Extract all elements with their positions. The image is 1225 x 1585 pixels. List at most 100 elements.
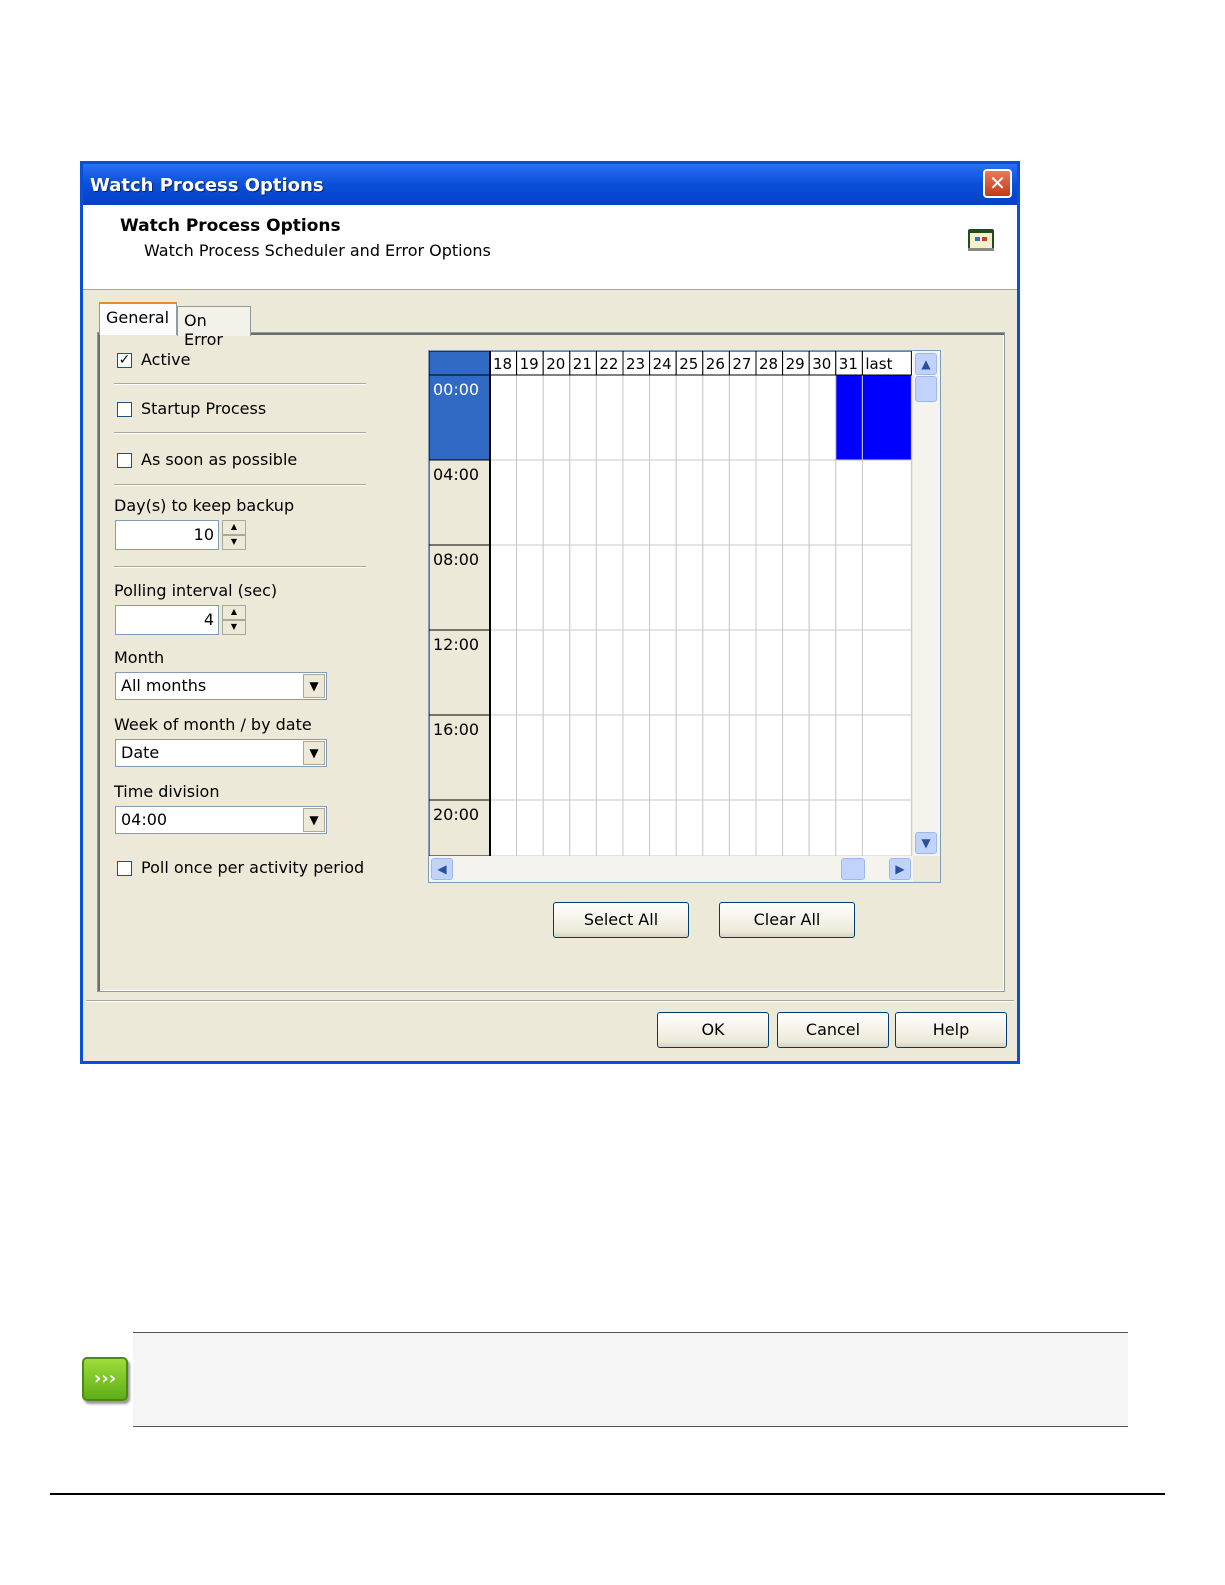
schedule-cell[interactable] — [728, 714, 757, 801]
active-checkbox[interactable]: ✓ — [117, 353, 132, 368]
schedule-cell[interactable] — [649, 629, 677, 716]
schedule-cell[interactable] — [622, 459, 651, 546]
grid-corner[interactable] — [429, 351, 491, 376]
schedule-cell[interactable] — [782, 629, 810, 716]
schedule-cell[interactable] — [728, 629, 757, 716]
schedule-cell[interactable] — [702, 459, 730, 546]
schedule-cell[interactable] — [702, 799, 730, 856]
column-header-label[interactable]: 31 — [839, 355, 858, 373]
schedule-cell[interactable] — [675, 629, 704, 716]
column-header-label[interactable]: 29 — [786, 355, 805, 373]
column-header-label[interactable]: 19 — [520, 355, 539, 373]
chevron-down-icon[interactable]: ▼ — [303, 808, 325, 832]
column-header-label[interactable]: 21 — [573, 355, 592, 373]
column-header-label[interactable]: last — [865, 355, 892, 373]
horizontal-scroll-thumb[interactable] — [841, 858, 865, 880]
schedule-cell[interactable] — [782, 799, 810, 856]
schedule-cell[interactable] — [702, 374, 730, 461]
row-header-label[interactable]: 20:00 — [433, 805, 479, 824]
schedule-cell[interactable] — [702, 544, 730, 631]
schedule-cell[interactable] — [516, 374, 544, 461]
schedule-cell[interactable] — [649, 714, 677, 801]
schedule-cell[interactable] — [489, 714, 518, 801]
schedule-cell[interactable] — [595, 374, 624, 461]
schedule-cell[interactable] — [755, 629, 784, 716]
chevron-down-icon[interactable]: ▼ — [303, 741, 325, 765]
schedule-cell[interactable] — [569, 459, 597, 546]
schedule-cell[interactable] — [622, 544, 651, 631]
horizontal-scrollbar[interactable]: ◀ ▶ — [429, 856, 913, 882]
schedule-cell[interactable] — [622, 799, 651, 856]
row-header-label[interactable]: 04:00 — [433, 465, 479, 484]
days-to-keep-backup-input[interactable]: 10 — [115, 520, 219, 550]
schedule-cell[interactable] — [595, 714, 624, 801]
schedule-cell[interactable] — [516, 629, 544, 716]
month-select[interactable]: All months ▼ — [115, 672, 327, 700]
schedule-cell[interactable] — [835, 544, 863, 631]
row-header-label[interactable]: 08:00 — [433, 550, 479, 569]
column-header-label[interactable]: 23 — [626, 355, 645, 373]
schedule-cell[interactable] — [782, 459, 810, 546]
schedule-cell[interactable] — [595, 544, 624, 631]
schedule-cell[interactable] — [835, 629, 863, 716]
schedule-cell[interactable] — [808, 374, 837, 461]
schedule-cell[interactable] — [861, 714, 912, 801]
schedule-cell[interactable] — [755, 459, 784, 546]
column-header-label[interactable]: 30 — [812, 355, 831, 373]
schedule-cell[interactable] — [835, 374, 863, 461]
schedule-cell[interactable] — [755, 714, 784, 801]
column-header-label[interactable]: 24 — [653, 355, 672, 373]
schedule-cell[interactable] — [516, 799, 544, 856]
schedule-cell[interactable] — [622, 714, 651, 801]
schedule-cell[interactable] — [516, 714, 544, 801]
schedule-cell[interactable] — [861, 799, 912, 856]
schedule-cell[interactable] — [542, 544, 571, 631]
schedule-cell[interactable] — [782, 714, 810, 801]
schedule-cell[interactable] — [755, 544, 784, 631]
scroll-left-icon[interactable]: ◀ — [431, 858, 453, 880]
close-button[interactable]: ✕ — [983, 169, 1012, 198]
schedule-cell[interactable] — [649, 799, 677, 856]
schedule-cell[interactable] — [861, 629, 912, 716]
schedule-cell[interactable] — [675, 374, 704, 461]
schedule-cell[interactable] — [569, 544, 597, 631]
time-division-select[interactable]: 04:00 ▼ — [115, 806, 327, 834]
schedule-cell[interactable] — [675, 714, 704, 801]
schedule-grid[interactable]: 00:00 04:00 08:00 12:00 16:00 20:00 18 19 20 21 22… — [428, 350, 941, 883]
schedule-cell[interactable] — [675, 459, 704, 546]
schedule-cell[interactable] — [702, 629, 730, 716]
schedule-cell[interactable] — [595, 459, 624, 546]
schedule-cell[interactable] — [675, 544, 704, 631]
schedule-cell[interactable] — [569, 799, 597, 856]
row-header-label[interactable]: 12:00 — [433, 635, 479, 654]
column-header-label[interactable]: 27 — [732, 355, 751, 373]
help-button[interactable]: Help — [895, 1012, 1007, 1048]
schedule-cell[interactable] — [808, 459, 837, 546]
schedule-cell[interactable] — [622, 629, 651, 716]
schedule-cell[interactable] — [861, 374, 912, 461]
as-soon-as-possible-checkbox[interactable] — [117, 453, 132, 468]
schedule-cell[interactable] — [489, 459, 518, 546]
scroll-up-icon[interactable]: ▲ — [915, 353, 937, 375]
schedule-cell[interactable] — [542, 714, 571, 801]
column-header-label[interactable]: 26 — [706, 355, 725, 373]
schedule-cell[interactable] — [755, 799, 784, 856]
schedule-cell[interactable] — [569, 374, 597, 461]
tab-on-error[interactable]: On Error — [177, 306, 251, 349]
spin-down-button[interactable]: ▼ — [222, 620, 246, 635]
schedule-cell[interactable] — [649, 544, 677, 631]
cancel-button[interactable]: Cancel — [777, 1012, 889, 1048]
scroll-down-icon[interactable]: ▼ — [915, 832, 937, 854]
week-of-month-select[interactable]: Date ▼ — [115, 739, 327, 767]
schedule-cell[interactable] — [808, 629, 837, 716]
column-header-label[interactable]: 25 — [679, 355, 698, 373]
column-header-label[interactable]: 22 — [599, 355, 618, 373]
scroll-right-icon[interactable]: ▶ — [889, 858, 911, 880]
spin-up-button[interactable]: ▲ — [222, 605, 246, 620]
schedule-cell[interactable] — [755, 374, 784, 461]
column-header-label[interactable]: 18 — [493, 355, 512, 373]
vertical-scrollbar[interactable]: ▲ ▼ — [913, 351, 940, 856]
tab-general[interactable]: General — [99, 302, 177, 335]
clear-all-button[interactable]: Clear All — [719, 902, 855, 938]
poll-once-checkbox[interactable] — [117, 861, 132, 876]
